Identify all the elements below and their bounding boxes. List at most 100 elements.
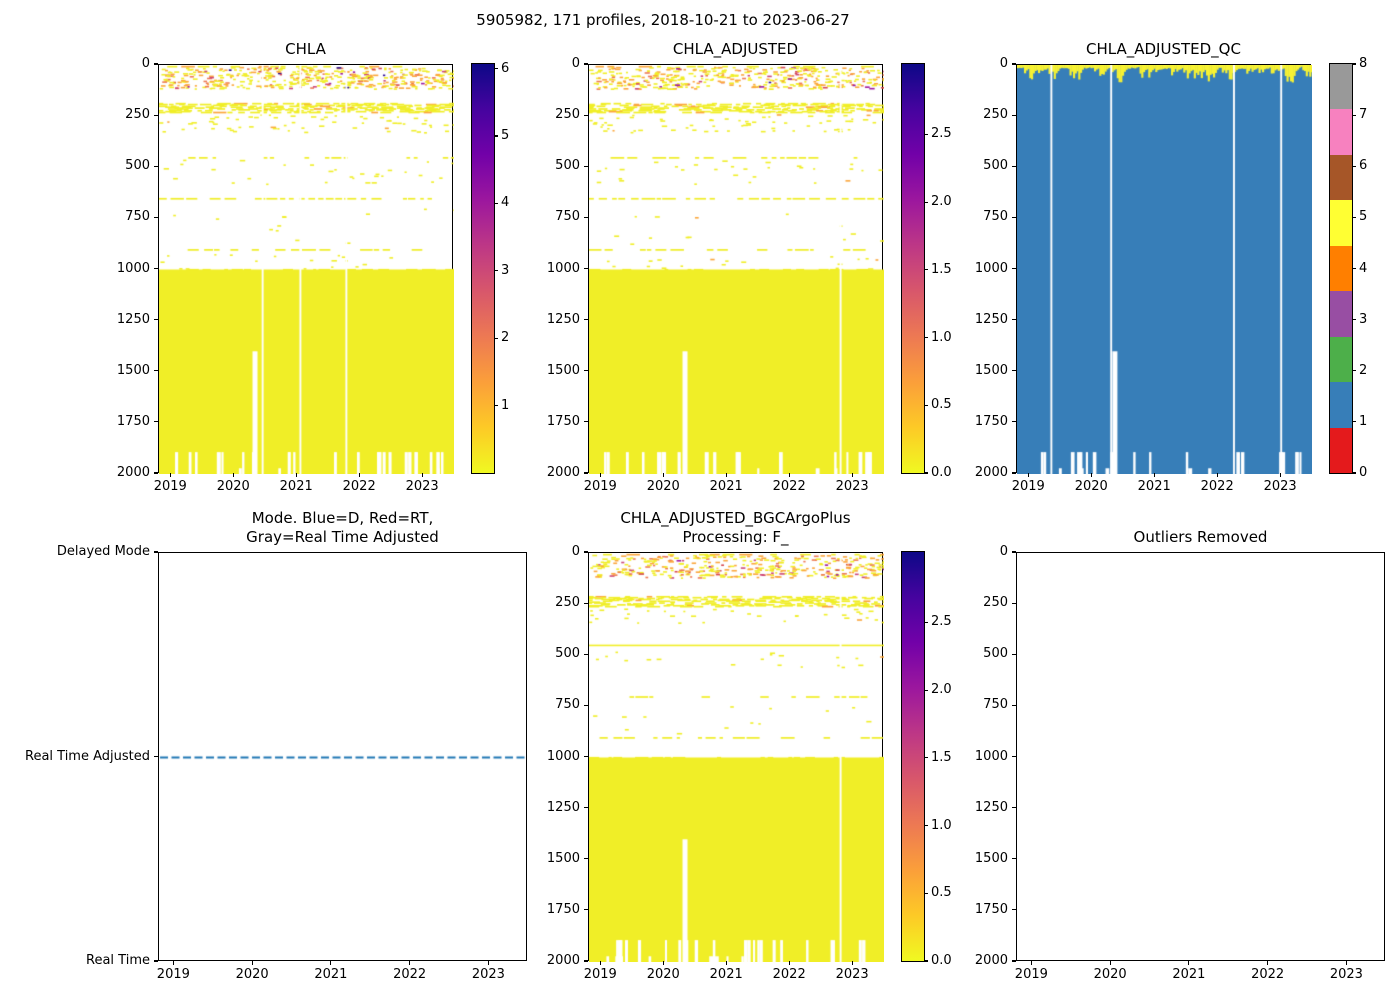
- x-tick-mark: [409, 961, 411, 965]
- y-tick-mark: [584, 602, 588, 604]
- y-tick-mark: [1012, 909, 1016, 911]
- x-tick-label: 2020: [646, 967, 680, 982]
- x-tick-mark: [599, 961, 601, 965]
- colorbar-tick-mark: [1352, 472, 1356, 474]
- colorbar-tick-label: 2.0: [931, 682, 952, 698]
- colorbar-tick-mark: [494, 270, 498, 272]
- colorbar-tick-label: 5: [501, 128, 510, 144]
- plot-title-bgcargoplus: CHLA_ADJUSTED_BGCArgoPlus Processing: F_: [620, 509, 851, 546]
- y-tick-label: 2000: [974, 953, 1008, 968]
- y-tick-label: 750: [125, 209, 150, 225]
- y-tick-label: 500: [983, 646, 1008, 662]
- y-tick-label: 1750: [546, 413, 580, 429]
- x-tick-mark: [851, 961, 853, 965]
- y-tick-mark: [1012, 63, 1016, 65]
- y-tick-label: 1000: [974, 260, 1008, 276]
- colorbar-tick-mark: [1352, 370, 1356, 372]
- y-tick-mark: [584, 858, 588, 860]
- x-tick-label: 2022: [393, 967, 427, 982]
- subplot-chla-adjusted-qc: CHLA_ADJUSTED_QC 0 250 500 750 1000 1250 1500 1…: [975, 40, 1367, 494]
- y-tick-label: 1750: [974, 413, 1008, 429]
- y-tick-label: 500: [555, 158, 580, 174]
- colorbar-bgc: 2.5 2.0 1.5 1.0 0.5 0.0: [901, 551, 952, 968]
- x-tick-mark: [358, 473, 360, 477]
- y-tick-mark: [1012, 960, 1016, 962]
- colorbar-tick-label: 8: [1359, 56, 1368, 71]
- y-tick-label: 1500: [974, 362, 1008, 378]
- plot-title-mode: Mode. Blue=D, Red=RT, Gray=Real Time Adj…: [246, 509, 439, 546]
- y-tick-mark: [154, 421, 158, 423]
- colorbar-tick-label: 6: [1359, 158, 1368, 174]
- x-tick-label: 2020: [1093, 967, 1127, 982]
- x-tick-label: 2021: [709, 479, 743, 494]
- y-tick-mark: [584, 807, 588, 809]
- colorbar-tick-mark: [494, 135, 498, 137]
- y-tick-label: 750: [983, 697, 1008, 713]
- x-tick-mark: [1267, 961, 1269, 965]
- colorbar-tick-mark: [1352, 114, 1356, 116]
- colorbar-segment: [1330, 64, 1352, 110]
- y-tick-mark: [584, 909, 588, 911]
- colorbar-tick-mark: [1352, 421, 1356, 423]
- y-tick-label: 0: [999, 544, 1008, 559]
- colorbar-tick-mark: [494, 202, 498, 205]
- colorbar-tick-mark: [494, 68, 498, 70]
- y-tick-label: 1000: [546, 748, 580, 764]
- y-tick-mark: [584, 653, 588, 655]
- colorbar-tick-label: 2.5: [931, 126, 952, 142]
- y-tick-mark: [154, 165, 158, 167]
- x-tick-label: 2019: [583, 967, 617, 982]
- y-tick-mark: [584, 319, 588, 321]
- y-tick-mark: [1012, 216, 1016, 218]
- y-tick-mark: [154, 755, 158, 758]
- x-tick-mark: [172, 961, 174, 965]
- x-tick-label: 2021: [279, 479, 313, 494]
- y-tick-label: Real Time Adjusted: [25, 748, 150, 764]
- x-tick-label: 2020: [1074, 479, 1108, 494]
- y-tick-mark: [1012, 472, 1016, 474]
- y-tick-mark: [154, 960, 158, 962]
- y-tick-mark: [584, 960, 588, 962]
- y-tick-mark: [584, 551, 588, 553]
- y-tick-label: 500: [983, 158, 1008, 174]
- colorbar-tick-mark: [924, 824, 928, 827]
- y-tick-mark: [584, 216, 588, 218]
- y-tick-mark: [1012, 551, 1016, 553]
- x-tick-label: 2023: [1263, 479, 1297, 494]
- plot-title-chla-adjusted: CHLA_ADJUSTED: [672, 40, 799, 58]
- colorbar-tick-label: 2: [501, 330, 510, 346]
- y-tick-label: 500: [125, 158, 150, 174]
- y-tick-mark: [154, 370, 158, 372]
- subplot-chla: CHLA 0 250 500 750 1000 1250 1500 1750 2000 2019 2…: [117, 40, 509, 494]
- y-tick-label: 250: [555, 107, 580, 123]
- colorbar-tick-label: 0.5: [931, 885, 952, 901]
- colorbar-tick-mark: [924, 892, 928, 894]
- y-tick-label: 1000: [546, 260, 580, 276]
- y-tick-label: 2000: [116, 465, 150, 480]
- plot-area-chla_adjusted: [588, 64, 884, 474]
- heatmap-canvas-chla: [159, 65, 454, 474]
- subplot-mode: Mode. Blue=D, Red=RT, Gray=Real Time Adj…: [25, 509, 528, 982]
- x-tick-mark: [1030, 961, 1032, 965]
- y-tick-label: 750: [983, 209, 1008, 225]
- heatmap-canvas-chla_adjusted_qc: [1017, 65, 1312, 474]
- y-tick-mark: [584, 114, 588, 116]
- colorbar-tick-label: 1: [1359, 413, 1368, 429]
- x-tick-label: 2019: [583, 479, 617, 494]
- y-tick-label: 500: [555, 646, 580, 662]
- y-tick-label: 1500: [974, 850, 1008, 866]
- colorbar-tick-label: 4: [501, 195, 510, 211]
- colorbar-tick-label: 6: [501, 60, 510, 76]
- x-tick-mark: [1345, 961, 1347, 965]
- x-tick-label: 2022: [772, 479, 806, 494]
- colorbar-tick-mark: [1352, 63, 1356, 65]
- x-tick-mark: [788, 473, 790, 477]
- plot-area-outliers: [1016, 552, 1385, 961]
- colorbar-segment: [1330, 427, 1352, 473]
- x-tick-mark: [1090, 473, 1092, 477]
- x-tick-mark: [487, 961, 489, 965]
- y-tick-mark: [584, 704, 588, 706]
- colorbar-tick-mark: [924, 689, 928, 691]
- y-tick-label: 1250: [546, 799, 580, 815]
- y-tick-mark: [1012, 114, 1016, 116]
